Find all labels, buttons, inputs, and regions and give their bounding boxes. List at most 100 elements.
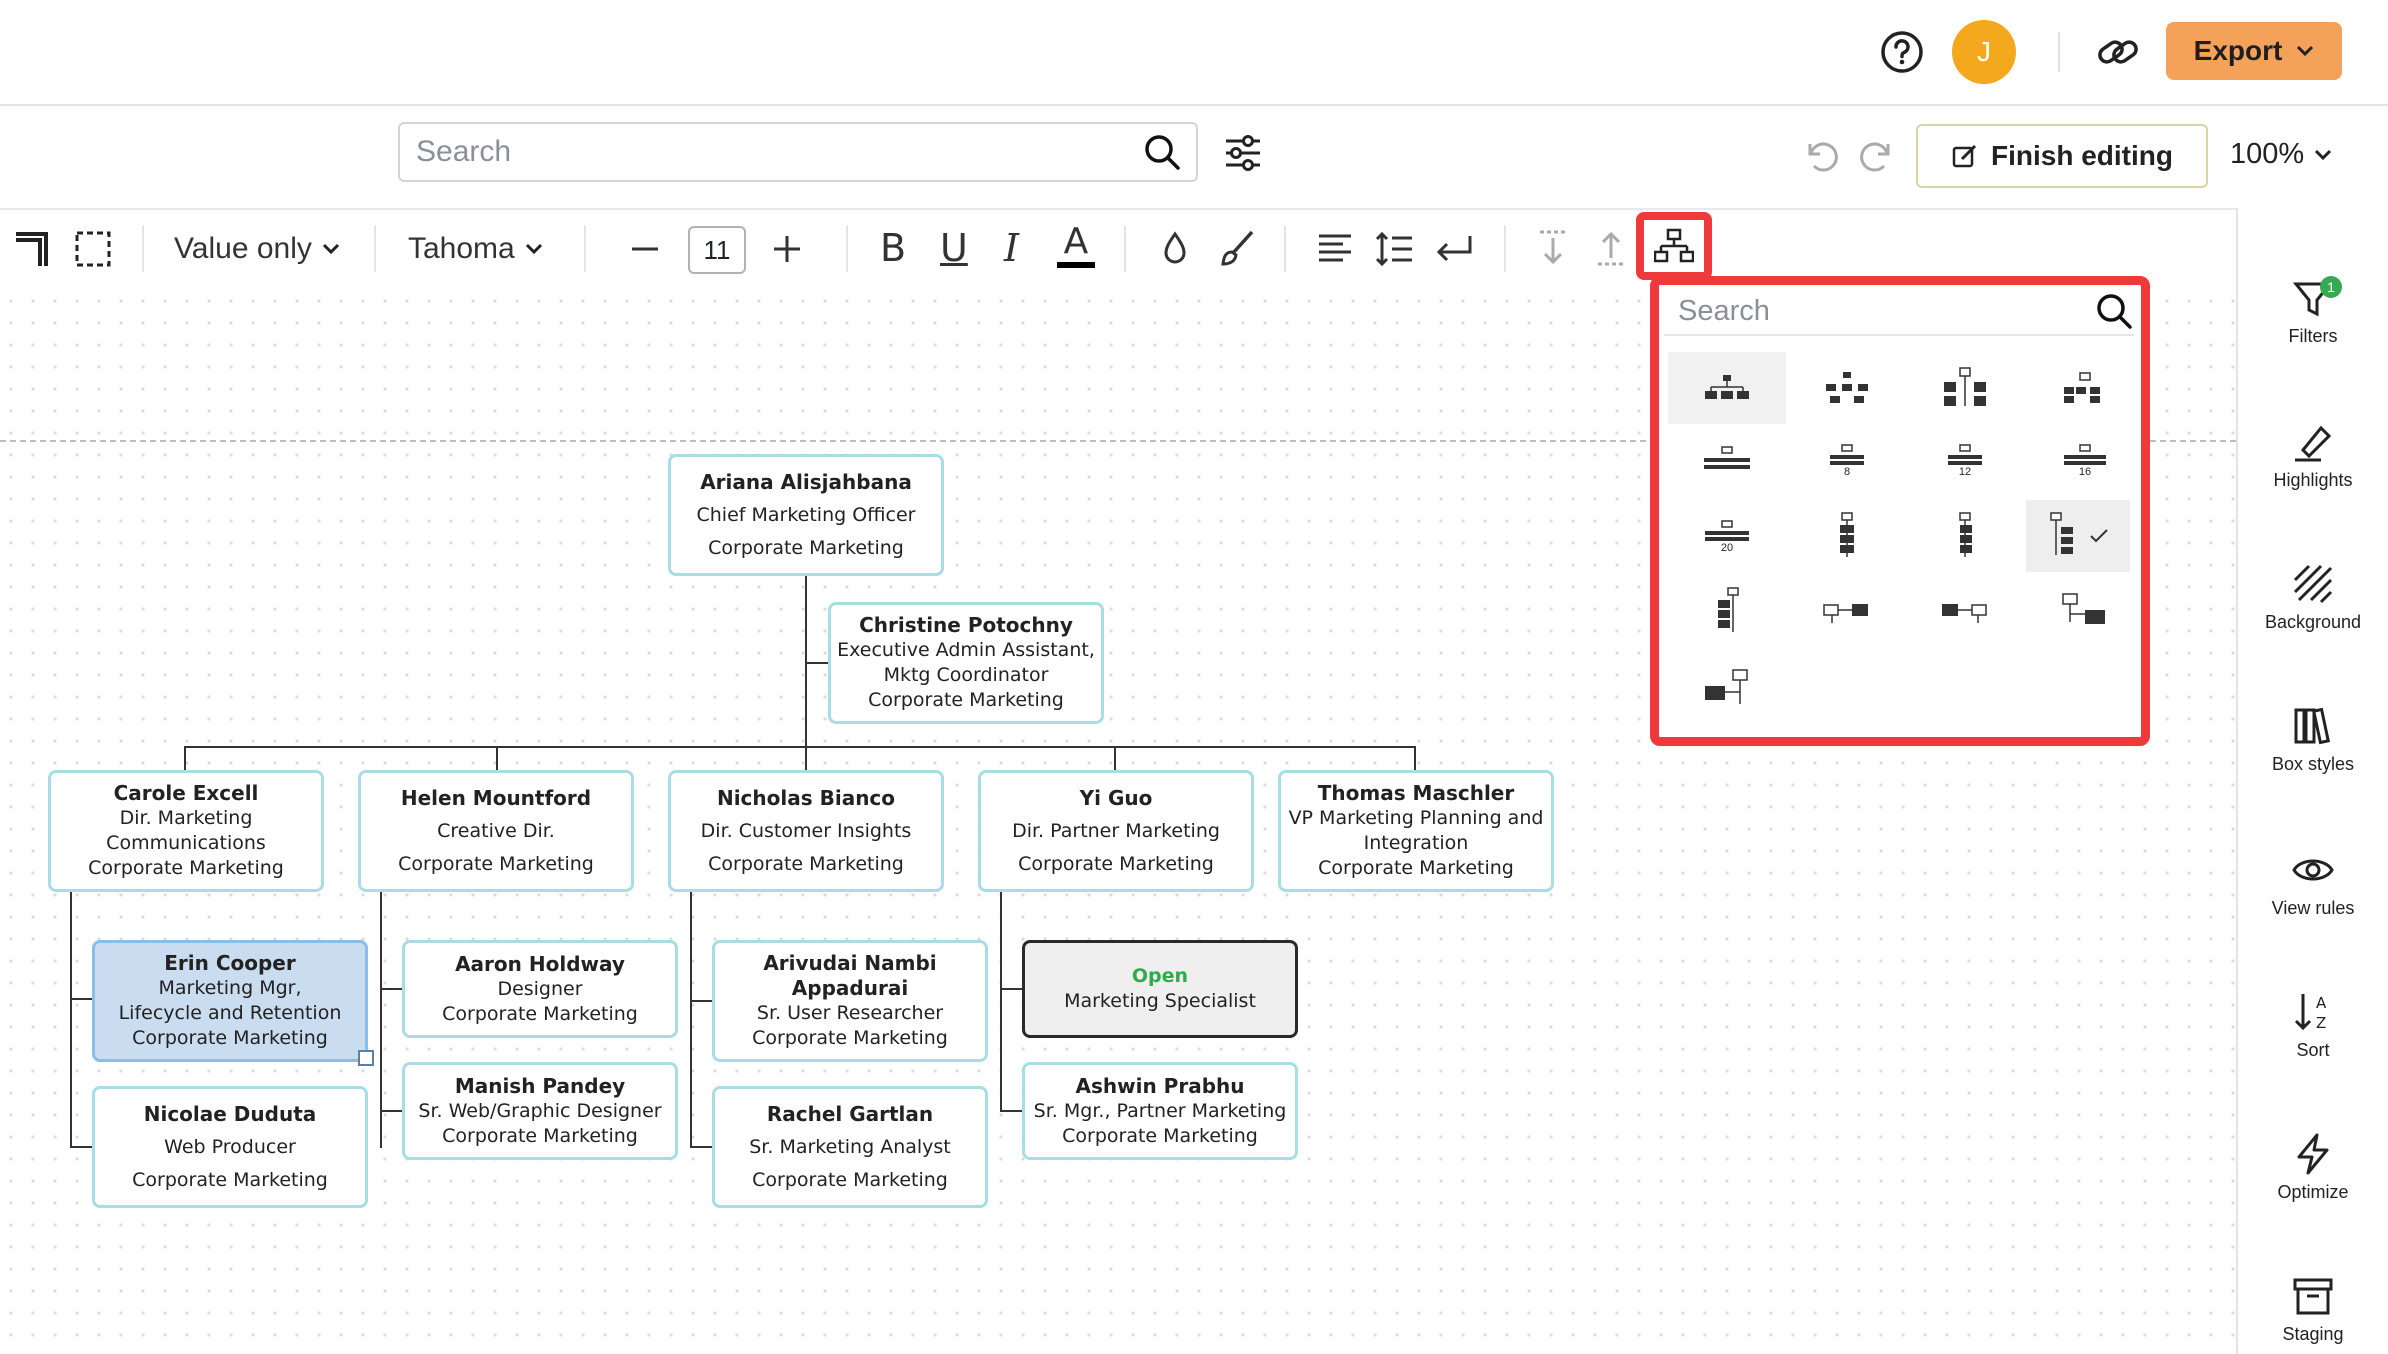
optimize-button[interactable]: Optimize: [2238, 1132, 2388, 1203]
org-box-ashwin[interactable]: Ashwin Prabhu Sr. Mgr., Partner Marketin…: [1022, 1062, 1298, 1160]
font-color-swatch: [1057, 262, 1095, 268]
move-up-icon[interactable]: [1592, 228, 1630, 268]
org-layout-icon: [1654, 228, 1694, 263]
resize-handle[interactable]: [358, 1050, 374, 1066]
connector: [496, 746, 498, 770]
layout-option-horizontal-2[interactable]: [1906, 576, 2024, 648]
svg-text:A: A: [2316, 994, 2327, 1012]
person-title: Sr. Mgr., Partner Marketing: [1033, 1099, 1287, 1122]
increase-font-icon[interactable]: [770, 232, 804, 266]
rail-label: Filters: [2288, 326, 2338, 346]
layout-option-1[interactable]: [1668, 352, 1786, 424]
filters-count-badge: 1: [2320, 276, 2342, 298]
font-color-button[interactable]: A: [1056, 222, 1096, 274]
fill-color-icon[interactable]: [1158, 230, 1192, 268]
layout-option-8[interactable]: 8: [1788, 424, 1906, 496]
connector: [1000, 892, 1002, 1112]
org-box-nicholas[interactable]: Nicholas Bianco Dir. Customer Insights C…: [668, 770, 944, 892]
brush-icon[interactable]: [1216, 228, 1256, 268]
bold-button[interactable]: B: [880, 226, 906, 270]
person-name: Ashwin Prabhu: [1075, 1073, 1245, 1098]
person-title: Marketing Mgr, Lifecycle and Retention: [118, 977, 342, 1024]
export-button[interactable]: Export: [2166, 22, 2342, 80]
org-box-helen[interactable]: Helen Mountford Creative Dir. Corporate …: [358, 770, 634, 892]
org-box-assistant[interactable]: Christine Potochny Executive Admin Assis…: [828, 602, 1104, 724]
layout-option-16[interactable]: 16: [2026, 424, 2144, 496]
move-down-icon[interactable]: [1534, 228, 1572, 268]
italic-button[interactable]: I: [1004, 226, 1019, 270]
org-box-nicolae[interactable]: Nicolae Duduta Web Producer Corporate Ma…: [92, 1086, 368, 1208]
org-box-manish[interactable]: Manish Pandey Sr. Web/Graphic Designer C…: [402, 1062, 678, 1160]
org-box-rachel[interactable]: Rachel Gartlan Sr. Marketing Analyst Cor…: [712, 1086, 988, 1208]
person-name: Helen Mountford: [400, 785, 592, 810]
link-icon[interactable]: [2086, 20, 2150, 84]
avatar[interactable]: J: [1952, 20, 2016, 84]
divider: [1504, 226, 1506, 272]
font-size-field[interactable]: 11: [688, 226, 746, 274]
layout-option-horizontal-4[interactable]: [1668, 652, 1786, 724]
sort-button[interactable]: AZ Sort: [2238, 990, 2388, 1061]
value-mode-dropdown[interactable]: Value only: [174, 232, 340, 266]
redo-icon[interactable]: [1858, 136, 1898, 176]
layout-option-stack-2[interactable]: [1906, 500, 2024, 572]
filters-button[interactable]: Filters: [2238, 276, 2388, 347]
layout-button[interactable]: [1636, 212, 1712, 280]
decrease-font-icon[interactable]: [628, 232, 662, 266]
divider: [142, 226, 144, 272]
layout-search-input[interactable]: [1664, 293, 2094, 329]
box-styles-button[interactable]: Box styles: [2238, 704, 2388, 775]
divider: [1124, 226, 1126, 272]
view-rules-button[interactable]: View rules: [2238, 848, 2388, 919]
filter-settings-icon[interactable]: [1222, 132, 1264, 174]
org-box-arivudai[interactable]: Arivudai Nambi Appadurai Sr. User Resear…: [712, 940, 988, 1062]
search-icon[interactable]: [2094, 291, 2134, 331]
connector: [690, 1000, 714, 1002]
zoom-dropdown[interactable]: 100%: [2230, 138, 2332, 171]
font-dropdown[interactable]: Tahoma: [408, 232, 543, 266]
line-spacing-icon[interactable]: [1374, 230, 1414, 268]
org-box-open-position[interactable]: Open Marketing Specialist: [1022, 940, 1298, 1038]
layout-option-stack-4[interactable]: [1668, 576, 1786, 648]
layout-option-20[interactable]: 20: [1668, 500, 1786, 572]
staging-button[interactable]: Staging: [2238, 1274, 2388, 1345]
highlights-button[interactable]: Highlights: [2238, 420, 2388, 491]
org-box-yi[interactable]: Yi Guo Dir. Partner Marketing Corporate …: [978, 770, 1254, 892]
org-box-thomas[interactable]: Thomas Maschler VP Marketing Planning an…: [1278, 770, 1554, 892]
corner-icon[interactable]: [14, 230, 52, 268]
books-icon: [2294, 707, 2331, 745]
layout-option-horizontal-1[interactable]: [1788, 576, 1906, 648]
lightning-icon: [2297, 1133, 2329, 1175]
org-box-ceo[interactable]: Ariana Alisjahbana Chief Marketing Offic…: [668, 454, 944, 576]
org-box-aaron[interactable]: Aaron Holdway Designer Corporate Marketi…: [402, 940, 678, 1038]
person-title: Dir. Customer Insights: [700, 819, 912, 842]
align-left-icon[interactable]: [1316, 230, 1354, 268]
connector: [690, 892, 692, 1148]
layout-option-4[interactable]: [2026, 352, 2144, 424]
layout-option-12[interactable]: 12: [1906, 424, 2024, 496]
export-label: Export: [2193, 35, 2283, 66]
person-name: Carole Excell: [113, 781, 259, 805]
undo-icon[interactable]: [1800, 136, 1840, 176]
layout-option-2[interactable]: [1788, 352, 1906, 424]
org-box-erin[interactable]: Erin Cooper Marketing Mgr, Lifecycle and…: [92, 940, 368, 1062]
layout-option-stack-3[interactable]: [2026, 500, 2130, 572]
wrap-text-icon[interactable]: [1434, 230, 1474, 268]
layout-option-5[interactable]: [1668, 424, 1786, 496]
connector: [690, 1146, 714, 1148]
underline-button[interactable]: U: [940, 226, 968, 270]
layout-option-horizontal-3[interactable]: [2026, 576, 2144, 648]
layout-option-stack-1[interactable]: [1788, 500, 1906, 572]
finish-editing-button[interactable]: Finish editing: [1916, 124, 2208, 188]
person-dept: Corporate Marketing: [868, 689, 1064, 711]
person-title: Marketing Specialist: [1064, 990, 1256, 1012]
connector: [1114, 746, 1116, 770]
help-icon[interactable]: [1870, 20, 1934, 84]
org-box-carole[interactable]: Carole Excell Dir. Marketing Communicati…: [48, 770, 324, 892]
select-area-icon[interactable]: [74, 230, 112, 268]
layout-option-3[interactable]: [1906, 352, 2024, 424]
search-icon[interactable]: [1142, 132, 1182, 172]
search-bar[interactable]: [398, 122, 1198, 182]
layout-search[interactable]: [1664, 288, 2134, 336]
search-input[interactable]: [414, 134, 1142, 170]
background-button[interactable]: Background: [2238, 562, 2388, 633]
